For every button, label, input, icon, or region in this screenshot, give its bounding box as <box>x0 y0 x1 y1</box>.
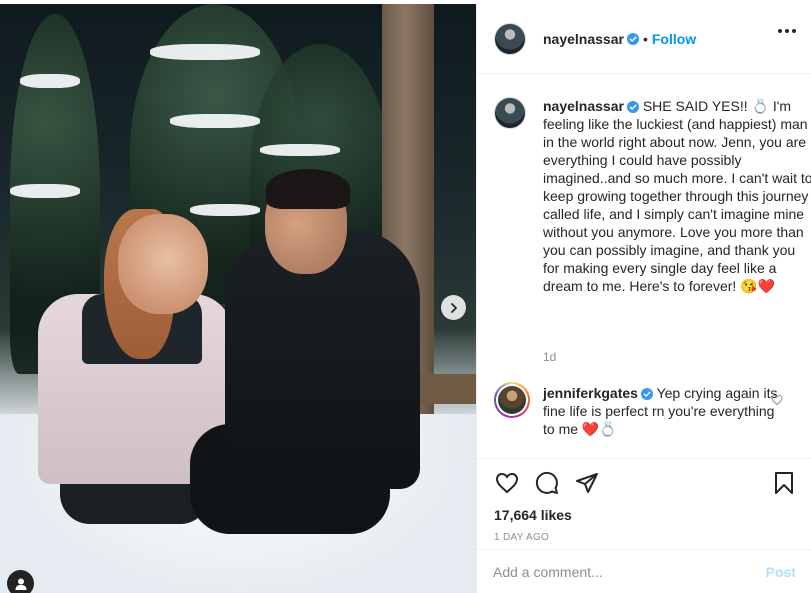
caption-body: SHE SAID YES!! 💍 I'm feeling like the lu… <box>543 98 811 294</box>
user-tag-icon <box>15 578 26 590</box>
post-date[interactable]: 1 DAY AGO <box>494 532 549 543</box>
caption-username[interactable]: nayelnassar <box>543 98 624 114</box>
separator-dot: • <box>642 30 648 47</box>
post-details-panel: nayelnassar • Follow nayelnassar SHE SAI… <box>476 4 811 593</box>
photo-snow <box>10 184 80 198</box>
share-button[interactable] <box>573 469 601 497</box>
photo-woman-face <box>118 214 208 314</box>
post-actions: 17,664 likes 1 DAY AGO <box>477 458 811 549</box>
post-comment-button[interactable]: Post <box>766 564 796 580</box>
comment-like-heart-icon[interactable] <box>771 394 783 406</box>
caption-text: nayelnassar SHE SAID YES!! 💍 I'm feeling… <box>543 97 811 295</box>
post-header: nayelnassar • Follow <box>477 4 811 74</box>
comment-icon <box>535 471 558 494</box>
commenter-avatar <box>498 386 526 414</box>
photo-snow <box>260 144 340 156</box>
chevron-right-icon <box>450 302 457 313</box>
user-tags-button[interactable] <box>7 570 34 593</box>
bookmark-icon <box>775 472 793 494</box>
verified-badge-icon <box>626 32 639 45</box>
post-photo[interactable] <box>0 4 476 593</box>
add-comment-input[interactable] <box>493 563 766 580</box>
comments-section[interactable]: nayelnassar SHE SAID YES!! 💍 I'm feeling… <box>477 75 811 458</box>
photo-snow <box>190 204 260 216</box>
story-ring[interactable] <box>494 382 530 418</box>
verified-badge-icon <box>626 101 639 114</box>
caption-timestamp[interactable]: 1d <box>543 350 556 364</box>
verified-badge-icon <box>640 388 653 401</box>
more-options-icon[interactable] <box>778 29 796 33</box>
like-button[interactable] <box>493 469 521 497</box>
comment-text: jenniferkgates Yep crying again its fine… <box>543 384 783 438</box>
photo-man-hair <box>266 169 350 209</box>
likes-count[interactable]: 17,664 likes <box>494 507 572 523</box>
photo-snow <box>170 114 260 128</box>
photo-snow <box>20 74 80 88</box>
photo-snow <box>150 44 260 60</box>
save-button[interactable] <box>770 469 798 497</box>
commenter-username[interactable]: jenniferkgates <box>543 385 638 401</box>
author-avatar[interactable] <box>494 22 526 55</box>
next-photo-button[interactable] <box>441 295 466 320</box>
heart-icon <box>495 472 519 494</box>
author-username[interactable]: nayelnassar <box>543 31 624 47</box>
follow-button[interactable]: Follow <box>652 31 696 47</box>
add-comment-bar: Post <box>477 549 811 593</box>
comment-button[interactable] <box>533 469 561 497</box>
paper-plane-icon <box>576 473 598 493</box>
author-avatar[interactable] <box>494 97 526 129</box>
